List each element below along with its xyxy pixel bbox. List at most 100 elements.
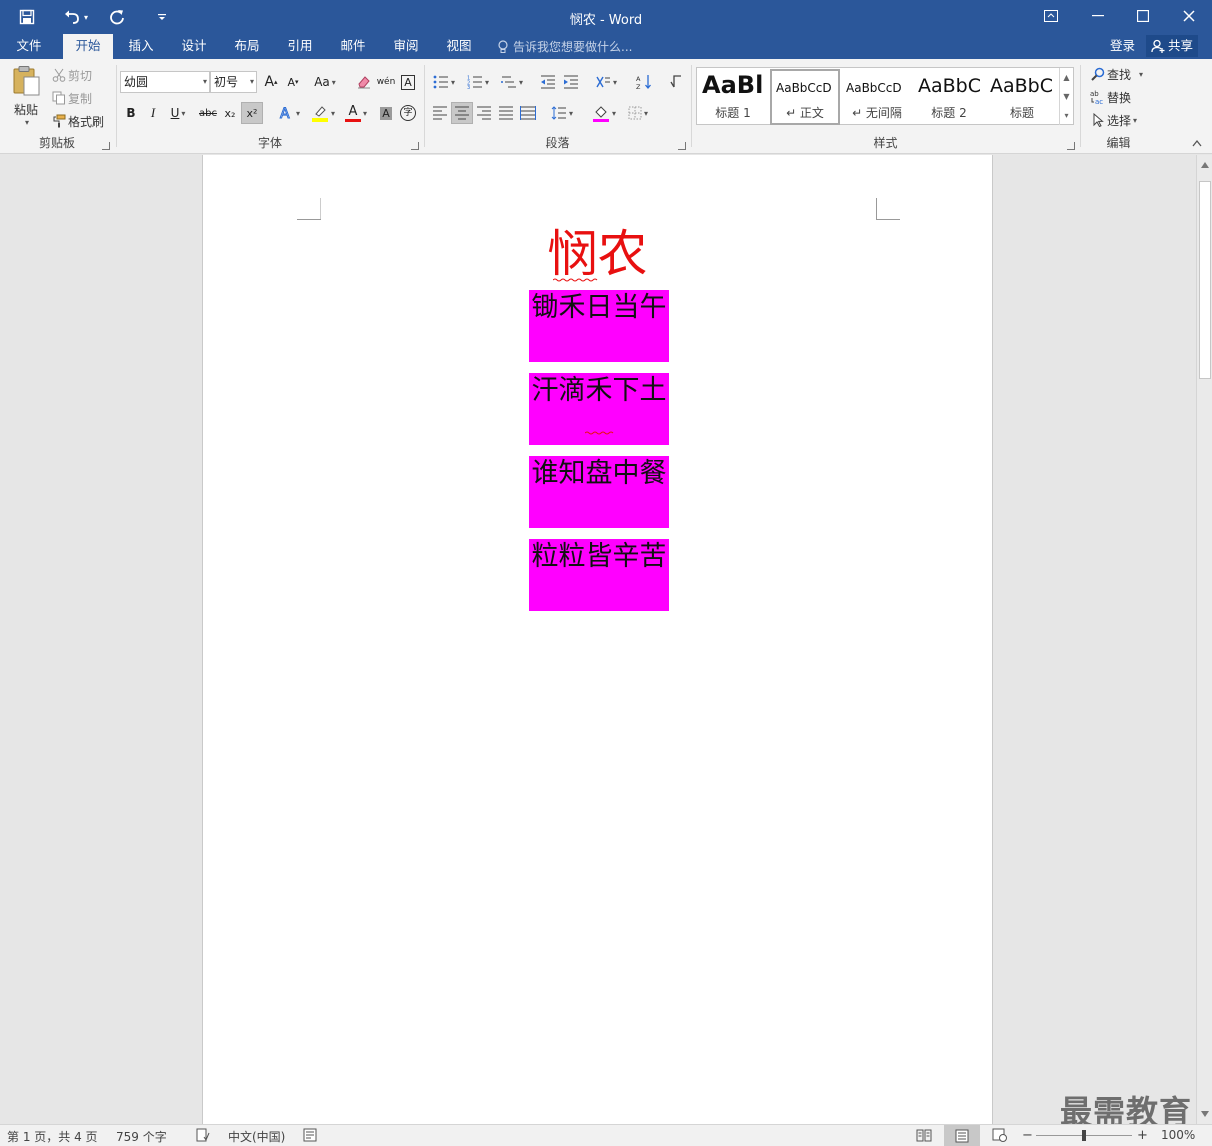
copy-button[interactable]: 复制 [50,89,92,107]
align-right-button[interactable] [473,102,495,124]
bullets-dropdown-icon[interactable]: ▾ [451,78,455,87]
align-center-button[interactable] [451,102,473,124]
multilevel-dropdown-icon[interactable]: ▾ [519,78,523,87]
undo-icon[interactable]: ▾ [58,6,94,28]
borders-dropdown-icon[interactable]: ▾ [644,109,648,118]
tab-review[interactable]: 审阅 [383,34,429,59]
italic-button[interactable]: I [142,102,164,124]
subscript-button[interactable]: x₂ [219,102,241,124]
poem-line[interactable]: 谁知盘中餐 [529,456,669,528]
format-painter-button[interactable]: 格式刷 [50,112,104,130]
document-page[interactable]: 悯农 锄禾日当午 汗滴禾下土 谁知盘中餐 粒粒皆辛苦 [202,155,993,1124]
customize-icon[interactable] [150,6,174,28]
font-color-dropdown-icon[interactable]: ▾ [363,109,367,118]
maximize-button[interactable] [1120,0,1166,32]
superscript-button[interactable]: x² [241,102,263,124]
find-dropdown-icon[interactable]: ▾ [1139,70,1143,79]
select-button[interactable]: 选择 ▾ [1089,111,1137,129]
text-effects-button[interactable]: A ▾ [275,102,303,124]
poem-line[interactable]: 汗滴禾下土 [529,373,669,445]
char-shading-button[interactable]: A [375,102,397,124]
styles-launcher-icon[interactable] [1067,142,1075,150]
increase-indent-button[interactable] [560,71,582,93]
chinese-layout-button[interactable]: ▾ [591,71,621,93]
distributed-button[interactable] [517,102,539,124]
numbering-button[interactable]: 1 2 3 ▾ [463,71,493,93]
shrink-font-button[interactable]: A ▾ [282,71,304,93]
show-marks-button[interactable] [665,71,687,93]
chinese-layout-dropdown-icon[interactable]: ▾ [613,78,617,87]
tab-design[interactable]: 设计 [171,34,217,59]
document-title[interactable]: 悯农 [203,225,992,283]
tell-me-box[interactable]: 告诉我您想要做什么... [498,34,632,59]
clear-format-button[interactable] [353,71,375,93]
scroll-up-icon[interactable] [1199,158,1211,172]
poem-line[interactable]: 锄禾日当午 [529,290,669,362]
paragraph-launcher-icon[interactable] [678,142,686,150]
font-launcher-icon[interactable] [411,142,419,150]
style-heading1[interactable]: AaBl 标题 1 [698,69,768,125]
paste-button[interactable]: 粘贴 ▾ [8,65,44,133]
tab-insert[interactable]: 插入 [118,34,164,59]
ribbon-display-icon[interactable] [1028,0,1074,32]
gallery-up-icon[interactable]: ▲ [1059,68,1073,87]
shading-dropdown-icon[interactable]: ▾ [612,109,616,118]
tab-home[interactable]: 开始 [63,34,113,59]
cut-button[interactable]: 剪切 [50,66,92,84]
language-indicator[interactable]: 中文(中国) [228,1128,285,1145]
shading-button[interactable]: ▾ [589,102,619,124]
paste-dropdown-icon[interactable]: ▾ [25,118,29,127]
multilevel-list-button[interactable]: ▾ [497,71,527,93]
page-count[interactable]: 第 1 页，共 4 页 [7,1128,98,1145]
undo-dropdown-icon[interactable]: ▾ [84,13,88,22]
align-left-button[interactable] [429,102,451,124]
read-mode-icon[interactable] [916,1128,932,1142]
macro-record-icon[interactable] [303,1128,317,1142]
save-icon[interactable] [15,6,39,28]
bold-button[interactable]: B [120,102,142,124]
style-title[interactable]: AaBbC 标题 [986,69,1058,125]
zoom-slider-thumb[interactable] [1082,1130,1086,1141]
highlight-button[interactable]: ▾ [307,102,339,124]
font-color-button[interactable]: A ▾ [341,102,371,124]
clipboard-launcher-icon[interactable] [102,142,110,150]
gallery-more-icon[interactable]: ▾ [1059,106,1073,125]
print-layout-icon[interactable] [944,1125,980,1146]
borders-button[interactable]: ▾ [623,102,653,124]
decrease-indent-button[interactable] [537,71,559,93]
style-normal[interactable]: AaBbCcD ↵ 正文 [770,69,840,125]
tab-view[interactable]: 视图 [436,34,482,59]
zoom-level[interactable]: 100% [1161,1128,1195,1142]
line-spacing-dropdown-icon[interactable]: ▾ [569,109,573,118]
underline-button[interactable]: U ▾ [164,102,192,124]
minimize-button[interactable] [1075,0,1121,32]
enclose-char-button[interactable]: 字 [397,102,419,124]
replace-button[interactable]: ab ac 替换 [1089,88,1131,106]
close-button[interactable] [1166,0,1212,32]
style-heading2[interactable]: AaBbC 标题 2 [914,69,984,125]
phonetic-guide-button[interactable]: wén [375,71,397,93]
gallery-down-icon[interactable]: ▼ [1059,87,1073,106]
word-count[interactable]: 759 个字 [116,1128,167,1145]
change-case-button[interactable]: Aa ▾ [310,71,340,93]
redo-icon[interactable] [105,6,129,28]
highlight-dropdown-icon[interactable]: ▾ [331,109,335,118]
tab-file[interactable]: 文件 [6,34,52,59]
poem-line[interactable]: 粒粒皆辛苦 [529,539,669,611]
tab-mailings[interactable]: 邮件 [330,34,376,59]
collapse-ribbon-icon[interactable] [1192,139,1202,147]
find-button[interactable]: 查找 ▾ [1089,65,1143,83]
grow-font-button[interactable]: A ▴ [260,71,282,93]
underline-dropdown-icon[interactable]: ▾ [181,109,185,118]
tab-layout[interactable]: 布局 [224,34,270,59]
zoom-in-button[interactable]: + [1137,1128,1148,1143]
zoom-out-button[interactable]: − [1022,1128,1033,1143]
text-effects-dropdown-icon[interactable]: ▾ [296,109,300,118]
zoom-slider[interactable] [1036,1130,1132,1141]
select-dropdown-icon[interactable]: ▾ [1133,116,1137,125]
login-link[interactable]: 登录 [1110,34,1135,58]
style-no-spacing[interactable]: AaBbCcD ↵ 无间隔 [842,69,912,125]
font-size-dropdown-icon[interactable]: ▾ [250,72,254,92]
change-case-dropdown-icon[interactable]: ▾ [332,78,336,87]
font-name-dropdown-icon[interactable]: ▾ [203,72,207,92]
